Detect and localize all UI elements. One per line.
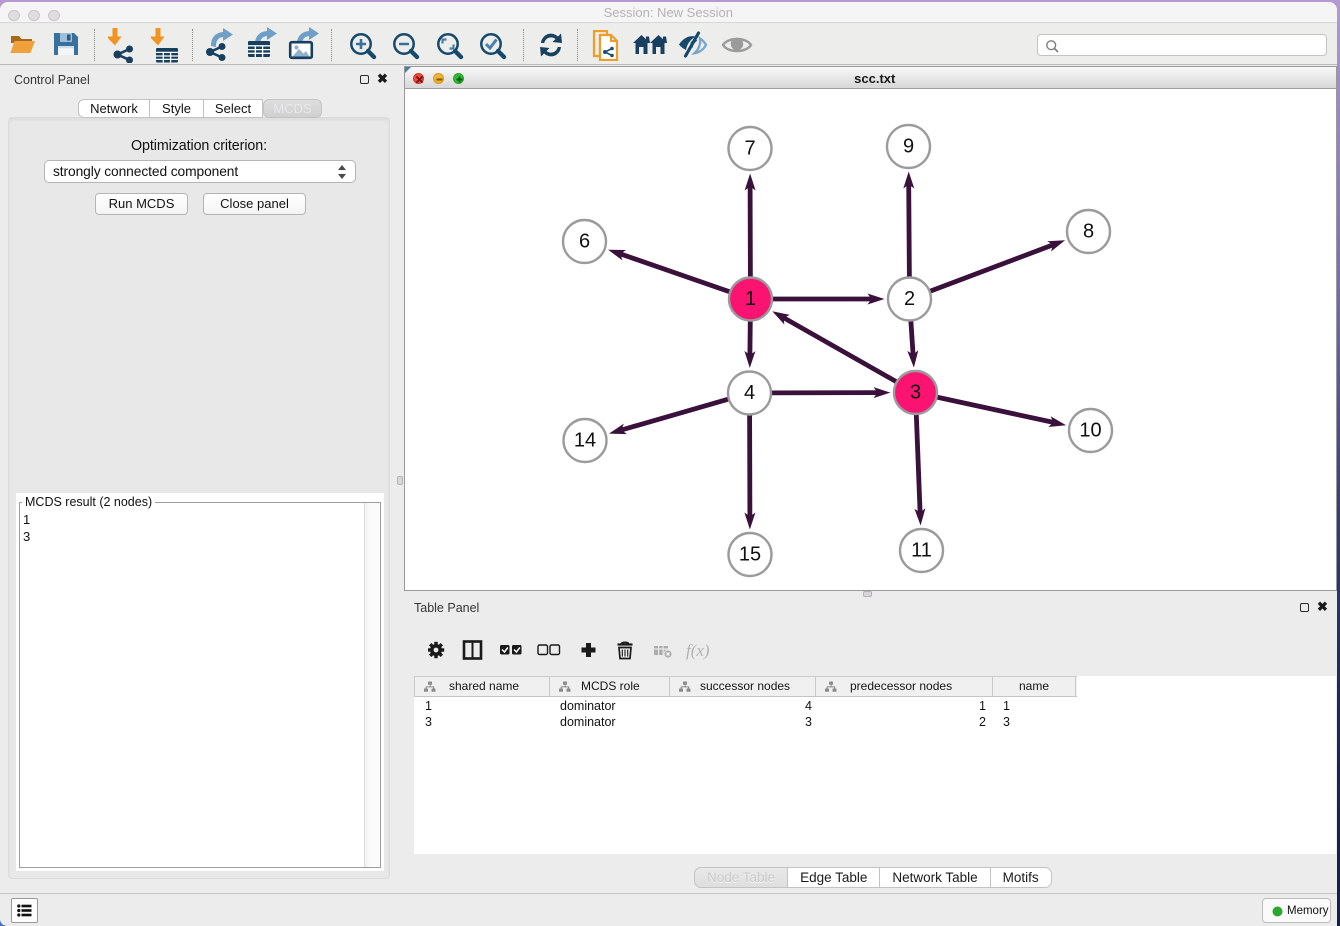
svg-text:4: 4	[744, 382, 755, 404]
svg-text:8: 8	[1083, 220, 1094, 242]
svg-text:7: 7	[744, 137, 755, 159]
svg-text:15: 15	[739, 543, 761, 565]
svg-text:11: 11	[911, 539, 932, 561]
svg-text:f(x): f(x)	[686, 641, 710, 660]
svg-text:6: 6	[579, 230, 590, 252]
svg-text:3: 3	[910, 381, 921, 403]
svg-text:9: 9	[903, 135, 914, 157]
svg-text:14: 14	[574, 429, 596, 451]
svg-text:10: 10	[1079, 419, 1101, 441]
svg-text:1: 1	[745, 288, 756, 310]
svg-text:2: 2	[904, 288, 915, 310]
